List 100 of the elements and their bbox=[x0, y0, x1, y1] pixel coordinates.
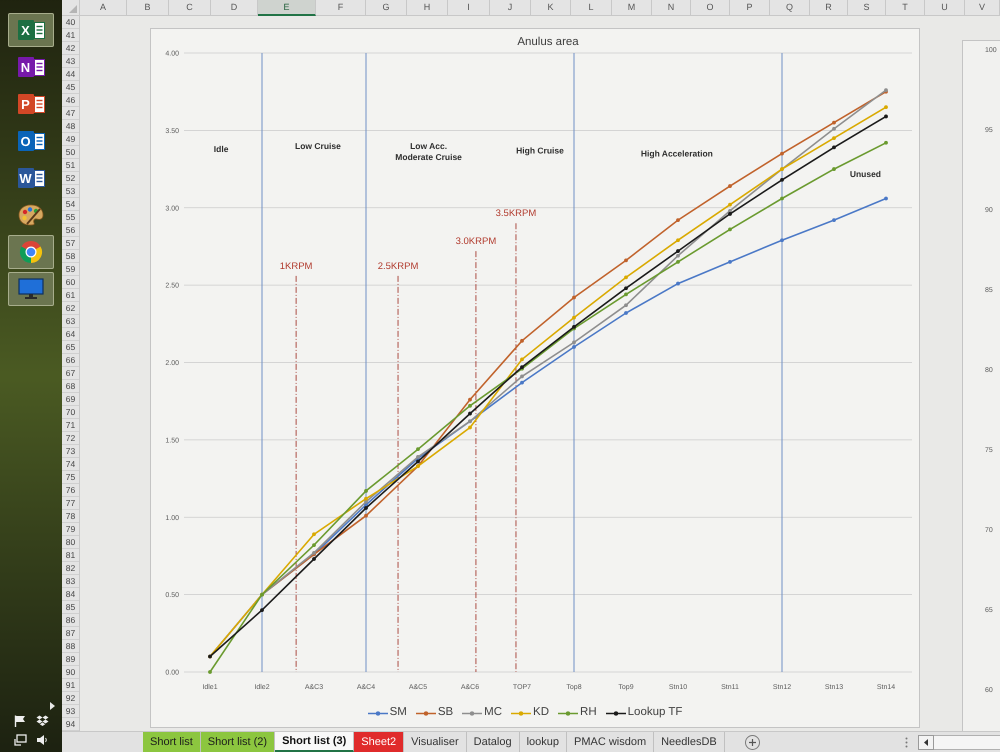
row-header[interactable]: 78 bbox=[62, 510, 79, 523]
sheet-tab[interactable]: Datalog bbox=[466, 732, 520, 752]
row-header[interactable]: 61 bbox=[62, 289, 79, 302]
row-header[interactable]: 69 bbox=[62, 393, 79, 406]
row-header[interactable]: 68 bbox=[62, 380, 79, 393]
taskbar-app-button[interactable]: P bbox=[8, 87, 54, 121]
row-header[interactable]: 77 bbox=[62, 497, 79, 510]
column-header[interactable]: L bbox=[571, 0, 612, 16]
sheet-tab[interactable]: NeedlesDB bbox=[654, 732, 725, 752]
taskbar-app-button[interactable] bbox=[8, 235, 54, 269]
vertical-dots-icon[interactable] bbox=[905, 736, 908, 748]
column-header[interactable]: A bbox=[80, 0, 127, 16]
row-header[interactable]: 81 bbox=[62, 549, 79, 562]
column-header[interactable]: P bbox=[730, 0, 770, 16]
column-header[interactable]: O bbox=[691, 0, 730, 16]
speaker-icon[interactable] bbox=[36, 734, 48, 746]
caret-right-icon[interactable] bbox=[50, 702, 54, 710]
taskbar-app-button[interactable]: N bbox=[8, 50, 54, 84]
row-header[interactable]: 84 bbox=[62, 588, 79, 601]
column-header[interactable]: K bbox=[531, 0, 571, 16]
column-header[interactable]: R bbox=[810, 0, 848, 16]
row-header[interactable]: 44 bbox=[62, 68, 79, 81]
row-header[interactable]: 66 bbox=[62, 354, 79, 367]
column-header[interactable]: Q bbox=[770, 0, 810, 16]
row-header[interactable]: 72 bbox=[62, 432, 79, 445]
row-header[interactable]: 50 bbox=[62, 146, 79, 159]
row-header[interactable]: 53 bbox=[62, 185, 79, 198]
row-header[interactable]: 76 bbox=[62, 484, 79, 497]
row-header[interactable]: 45 bbox=[62, 81, 79, 94]
row-header[interactable]: 91 bbox=[62, 679, 79, 692]
row-header[interactable]: 90 bbox=[62, 666, 79, 679]
column-header[interactable]: C bbox=[169, 0, 211, 16]
row-header[interactable]: 47 bbox=[62, 107, 79, 120]
new-sheet-button[interactable] bbox=[744, 734, 760, 750]
row-header[interactable]: 48 bbox=[62, 120, 79, 133]
row-header[interactable]: 43 bbox=[62, 55, 79, 68]
sheet-tab[interactable]: Short list bbox=[143, 732, 201, 752]
column-header[interactable]: J bbox=[490, 0, 531, 16]
column-header[interactable]: D bbox=[211, 0, 258, 16]
row-header[interactable]: 49 bbox=[62, 133, 79, 146]
sheet-tab[interactable]: lookup bbox=[520, 732, 567, 752]
row-header[interactable]: 82 bbox=[62, 562, 79, 575]
row-header[interactable]: 79 bbox=[62, 523, 79, 536]
row-header[interactable]: 74 bbox=[62, 458, 79, 471]
row-header[interactable]: 83 bbox=[62, 575, 79, 588]
row-header[interactable]: 54 bbox=[62, 198, 79, 211]
column-header[interactable]: N bbox=[652, 0, 691, 16]
row-header[interactable]: 67 bbox=[62, 367, 79, 380]
column-header[interactable]: F bbox=[316, 0, 366, 16]
sheet-tab[interactable]: PMAC wisdom bbox=[566, 732, 654, 752]
row-header[interactable]: 55 bbox=[62, 211, 79, 224]
row-header[interactable]: 63 bbox=[62, 315, 79, 328]
network-icon[interactable] bbox=[14, 734, 26, 746]
row-header[interactable]: 70 bbox=[62, 406, 79, 419]
row-header[interactable]: 40 bbox=[62, 16, 79, 29]
sheet-tab[interactable]: Sheet2 bbox=[354, 732, 404, 752]
box-logo-icon[interactable] bbox=[36, 715, 48, 727]
row-header[interactable]: 57 bbox=[62, 237, 79, 250]
row-header[interactable]: 75 bbox=[62, 471, 79, 484]
row-header[interactable]: 46 bbox=[62, 94, 79, 107]
row-header[interactable]: 64 bbox=[62, 328, 79, 341]
row-header[interactable]: 85 bbox=[62, 601, 79, 614]
scroll-left-button[interactable] bbox=[918, 734, 934, 750]
taskbar-app-button[interactable]: W bbox=[8, 161, 54, 195]
row-header[interactable]: 52 bbox=[62, 172, 79, 185]
column-header[interactable]: E bbox=[258, 0, 316, 16]
row-header[interactable]: 56 bbox=[62, 224, 79, 237]
row-header[interactable]: 71 bbox=[62, 419, 79, 432]
row-header[interactable]: 80 bbox=[62, 536, 79, 549]
sheet-tab[interactable]: Short list (2) bbox=[200, 732, 276, 752]
row-header[interactable]: 42 bbox=[62, 42, 79, 55]
row-header[interactable]: 89 bbox=[62, 653, 79, 666]
row-header[interactable]: 88 bbox=[62, 640, 79, 653]
column-header[interactable]: T bbox=[886, 0, 925, 16]
row-header[interactable]: 92 bbox=[62, 692, 79, 705]
sheet-tab[interactable]: Short list (3) bbox=[275, 732, 354, 752]
row-header[interactable]: 59 bbox=[62, 263, 79, 276]
column-header[interactable]: H bbox=[407, 0, 448, 16]
row-header[interactable]: 93 bbox=[62, 705, 79, 718]
column-header[interactable]: V bbox=[965, 0, 1000, 16]
flag-icon[interactable] bbox=[14, 715, 26, 727]
taskbar-app-button[interactable]: O bbox=[8, 124, 54, 158]
row-header[interactable]: 51 bbox=[62, 159, 79, 172]
column-header[interactable]: S bbox=[848, 0, 886, 16]
taskbar-app-button[interactable]: X bbox=[8, 13, 54, 47]
row-header[interactable]: 73 bbox=[62, 445, 79, 458]
row-header[interactable]: 60 bbox=[62, 276, 79, 289]
row-header[interactable]: 87 bbox=[62, 627, 79, 640]
row-header[interactable]: 62 bbox=[62, 302, 79, 315]
row-header[interactable]: 65 bbox=[62, 341, 79, 354]
column-header[interactable]: M bbox=[612, 0, 652, 16]
column-header[interactable]: I bbox=[448, 0, 490, 16]
row-header[interactable]: 58 bbox=[62, 250, 79, 263]
column-header[interactable]: B bbox=[127, 0, 169, 16]
row-header[interactable]: 86 bbox=[62, 614, 79, 627]
column-header[interactable]: U bbox=[925, 0, 965, 16]
row-header[interactable]: 41 bbox=[62, 29, 79, 42]
column-header[interactable]: G bbox=[366, 0, 407, 16]
sheet-tab[interactable]: Visualiser bbox=[404, 732, 467, 752]
taskbar-app-button[interactable] bbox=[8, 272, 54, 306]
